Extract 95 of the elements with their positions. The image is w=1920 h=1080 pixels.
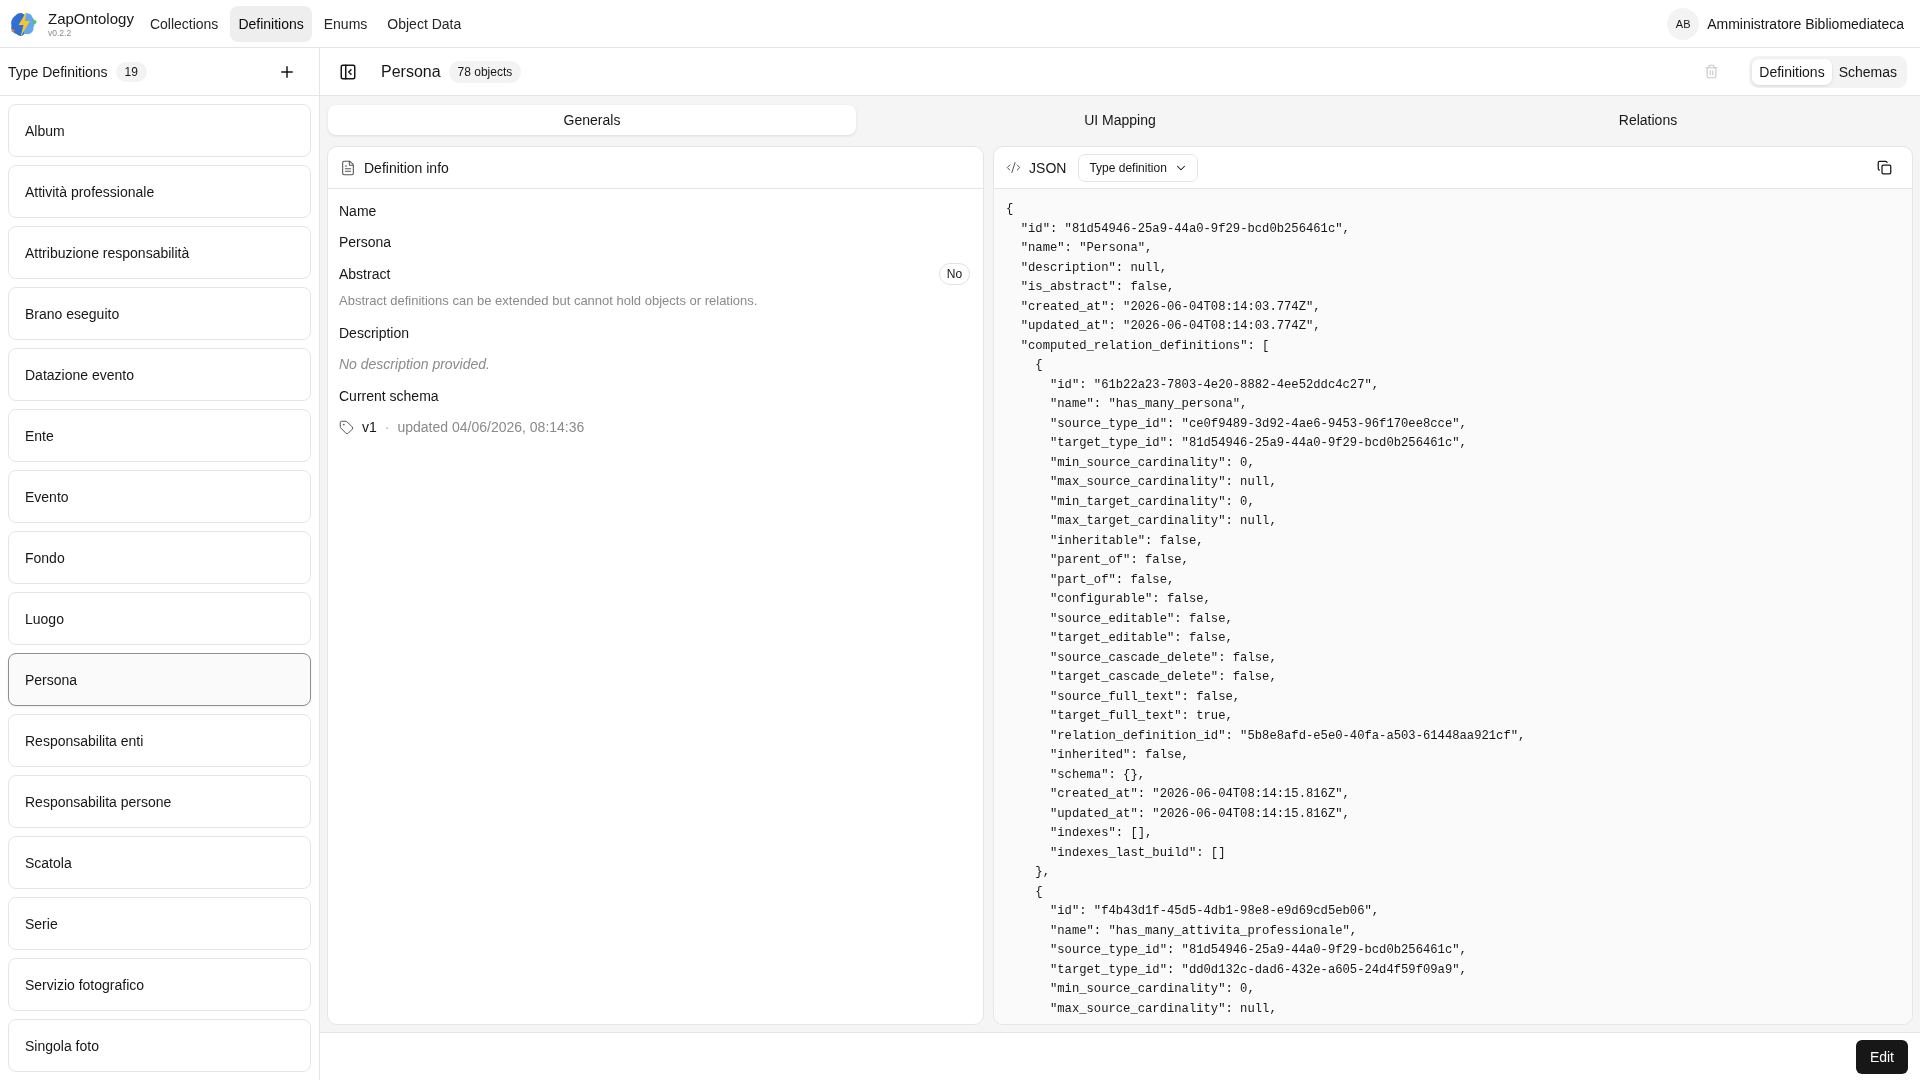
schema-version: v1 xyxy=(362,419,377,435)
nav-item[interactable]: Enums xyxy=(315,5,376,42)
code-line: "created_at": "2026-06-04T08:14:15.816Z", xyxy=(1049,786,1350,803)
sidebar-item[interactable]: Luogo xyxy=(8,592,311,645)
document-icon xyxy=(340,159,356,176)
edit-button[interactable]: Edit xyxy=(1855,1039,1908,1074)
code-icon xyxy=(1006,160,1022,175)
code-line: "relation_definition_id": "5b8e8afd-e5e0-40fa-a503-61448aa921cf", xyxy=(1049,727,1526,745)
code-line: "id": "f4b43d1f-45d5-4db1-98e8-e9d69cd5eb06", xyxy=(1049,903,1380,920)
code-line: "name": "has_many_attivita_professionale", xyxy=(1049,922,1358,940)
field-label: Current schema xyxy=(339,387,440,406)
app-version: v0.2.2 xyxy=(48,27,72,38)
code-line: "source_full_text": false, xyxy=(1049,688,1241,706)
code-line: "schema": {}, xyxy=(1049,766,1146,784)
sidebar-item[interactable]: Serie xyxy=(8,897,311,950)
view-switch-button[interactable]: Schemas xyxy=(1831,58,1904,85)
sidebar-item[interactable]: Scatola xyxy=(8,836,311,889)
sidebar-item[interactable]: Servizio fotografico xyxy=(8,958,311,1011)
definition-title: Persona xyxy=(381,62,441,81)
nav-item[interactable]: Definitions xyxy=(230,5,312,42)
code-line: "target_type_id": "81d54946-25a9-44a0-9f29-bcd0b256461c", xyxy=(1049,435,1467,452)
code-line: "target_type_id": "dd0d132c-dad6-432e-a605-24d4f59f09a9", xyxy=(1049,961,1467,979)
schema-updated-text: updated 04/06/2026, 08:14:36 xyxy=(397,419,585,435)
sidebar-title: Type Definitions xyxy=(8,63,108,80)
code-line: "id": "61b22a23-7803-4e20-8882-4ee52ddc4c27", xyxy=(1049,376,1380,394)
code-line: "part_of": false, xyxy=(1049,571,1175,589)
code-line: "is_abstract": false, xyxy=(1020,279,1175,296)
panel-left-icon xyxy=(339,62,357,81)
field-label: Description xyxy=(339,324,411,343)
tag-icon xyxy=(339,419,354,435)
code-line: "created_at": "2026-06-04T08:14:03.774Z", xyxy=(1020,298,1321,316)
code-line: "target_cascade_delete": false, xyxy=(1049,669,1277,686)
code-line: "updated_at": "2026-06-04T08:14:15.816Z", xyxy=(1049,805,1350,823)
code-line: "id": "81d54946-25a9-44a0-9f29-bcd0b256461c", xyxy=(1020,220,1350,238)
field-label: Name xyxy=(339,202,378,221)
field-value: Persona xyxy=(339,233,392,252)
sidebar-item[interactable]: Persona xyxy=(8,653,311,706)
separator-dot: · xyxy=(384,419,390,435)
sidebar-item[interactable]: Album xyxy=(8,104,311,157)
card-title: JSON xyxy=(1029,159,1067,176)
field-label: Abstract xyxy=(339,265,391,284)
object-count-badge: 78 objects xyxy=(448,60,522,83)
user-name: Amministratore Bibliomediateca xyxy=(1707,15,1904,32)
code-line: "name": "Persona", xyxy=(1020,240,1153,257)
nav-item[interactable]: Collections xyxy=(141,5,227,42)
code-line: "indexes": [], xyxy=(1049,825,1153,842)
code-line: { xyxy=(1006,201,1014,218)
code-line: "source_editable": false, xyxy=(1049,610,1233,628)
code-line: "max_source_cardinality": null, xyxy=(1049,1000,1277,1018)
code-line: "source_type_id": "81d54946-25a9-44a0-9f29-bcd0b256461c", xyxy=(1049,942,1467,959)
code-line: "description": null, xyxy=(1020,259,1167,277)
code-line: "parent_of": false, xyxy=(1049,552,1189,569)
trash-icon xyxy=(1703,64,1719,79)
tab[interactable]: UI Mapping xyxy=(856,105,1384,135)
tab[interactable]: Generals xyxy=(328,105,856,135)
sidebar-item[interactable]: Attività professionale xyxy=(8,165,311,218)
code-line: "max_target_cardinality": null, xyxy=(1049,513,1277,530)
code-line: "target_full_text": true, xyxy=(1049,708,1233,725)
code-line: "inheritable": false, xyxy=(1049,532,1204,550)
view-switch-button[interactable]: Definitions xyxy=(1752,58,1832,85)
format-dropdown[interactable]: Type definition xyxy=(1078,153,1198,182)
code-line: "indexes_last_build": [] xyxy=(1049,844,1226,862)
card-title: Definition info xyxy=(364,159,449,176)
count-badge: 19 xyxy=(115,61,147,82)
code-line: "source_cascade_delete": false, xyxy=(1049,649,1277,667)
sidebar-item[interactable]: Evento xyxy=(8,470,311,523)
code-line: "configurable": false, xyxy=(1049,591,1211,608)
code-line: "min_source_cardinality": 0, xyxy=(1049,981,1255,998)
sidebar-item[interactable]: Responsabilita persone xyxy=(8,775,311,828)
sidebar-item[interactable]: Brano eseguito xyxy=(8,287,311,340)
empty-description-text: No description provided. xyxy=(339,355,490,374)
nav-item[interactable]: Object Data xyxy=(379,5,470,42)
help-text: Abstract definitions can be extended but cannot hold objects or relations. xyxy=(339,292,759,310)
sidebar-item[interactable]: Responsabilita enti xyxy=(8,714,311,767)
code-line: "name": "has_many_persona", xyxy=(1049,396,1248,413)
tab[interactable]: Relations xyxy=(1384,105,1912,135)
sidebar-item[interactable]: Fondo xyxy=(8,531,311,584)
code-line: "max_source_cardinality": null, xyxy=(1049,474,1277,491)
app-name: ZapOntology xyxy=(48,9,134,28)
sidebar-item[interactable]: Datazione evento xyxy=(8,348,311,401)
code-line: "updated_at": "2026-06-04T08:14:03.774Z", xyxy=(1020,318,1321,335)
code-line: "min_source_cardinality": 0, xyxy=(1049,454,1255,472)
user-avatar[interactable]: AB xyxy=(1667,7,1700,40)
code-line: "target_editable": false, xyxy=(1049,630,1233,647)
code-line: { xyxy=(1035,357,1043,374)
code-line: "source_type_id": "ce0f9489-3d92-4ae6-9453-96f170ee8cce", xyxy=(1049,415,1467,433)
code-line: { xyxy=(1035,883,1043,901)
sidebar-item[interactable]: Singola foto xyxy=(8,1019,311,1072)
code-line: "inherited": false, xyxy=(1049,747,1189,764)
sidebar-item[interactable]: Attribuzione responsabilità xyxy=(8,226,311,279)
code-line: "min_target_cardinality": 0, xyxy=(1049,493,1255,511)
code-line: }, xyxy=(1035,864,1050,881)
copy-icon xyxy=(1876,160,1892,175)
sidebar-item[interactable]: Ente xyxy=(8,409,311,462)
code-line: "computed_relation_definitions": [ xyxy=(1020,337,1270,355)
